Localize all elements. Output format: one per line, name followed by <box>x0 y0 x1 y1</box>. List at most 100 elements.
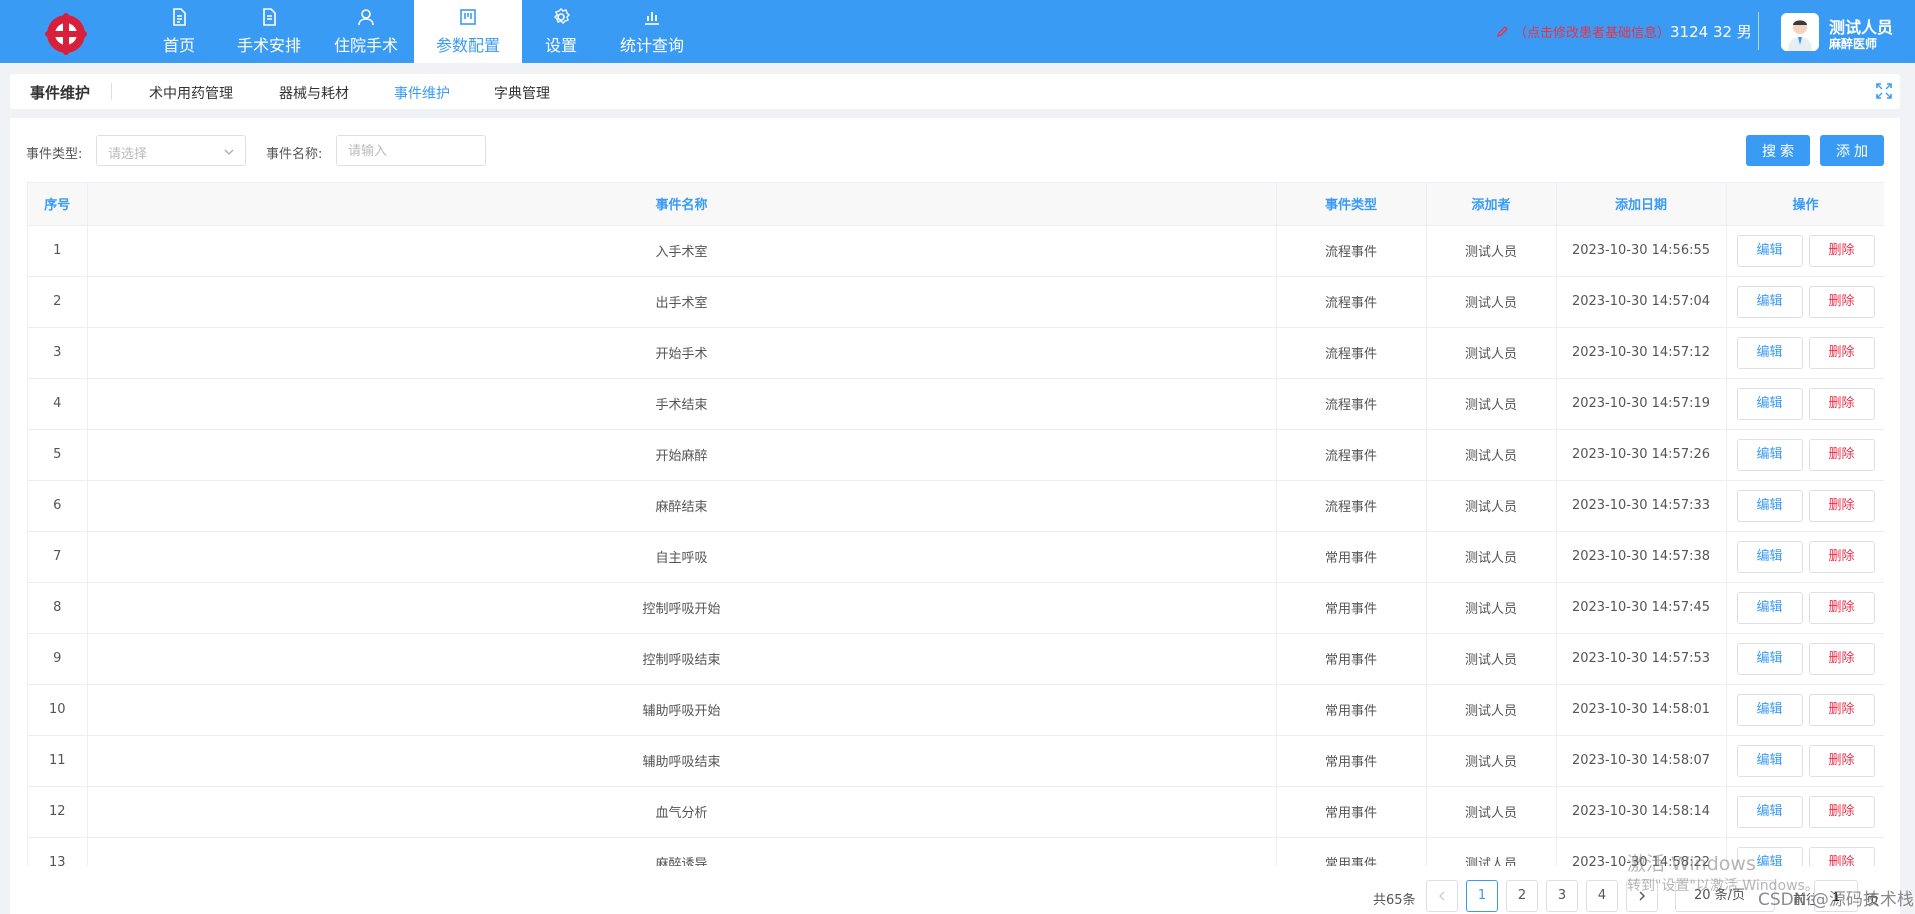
cell-date: 2023-10-30 14:58:14 <box>1556 786 1727 838</box>
column-header-date[interactable]: 添加日期 <box>1556 183 1727 226</box>
page-button-4[interactable]: 4 <box>1586 880 1618 912</box>
jump-suffix: 页 <box>1866 893 1880 908</box>
search-button[interactable]: 搜索 <box>1746 135 1810 166</box>
nav-label: 手术安排 <box>236 36 301 55</box>
cell-event-name: 辅助呼吸结束 <box>87 735 1277 787</box>
jump-page-input[interactable] <box>1814 880 1858 912</box>
table-row: 7 自主呼吸 常用事件 测试人员 2023-10-30 14:57:38 编辑 删除 <box>28 531 1884 583</box>
cell-date: 2023-10-30 14:58:22 <box>1556 837 1727 866</box>
tab-intraop-medication[interactable]: 术中用药管理 <box>149 83 233 103</box>
table-row: 5 开始麻醉 流程事件 测试人员 2023-10-30 14:57:26 编辑 删除 <box>28 429 1884 481</box>
column-header-event-name[interactable]: 事件名称 <box>87 183 1277 226</box>
edit-button[interactable]: 编辑 <box>1736 489 1803 522</box>
header-divider <box>1758 12 1759 50</box>
edit-button[interactable]: 编辑 <box>1736 642 1803 675</box>
sub-tab-strip: 事件维护 术中用药管理 器械与耗材 事件维护 字典管理 <box>10 74 1900 109</box>
cell-creator: 测试人员 <box>1426 378 1557 430</box>
delete-button[interactable]: 删除 <box>1808 744 1875 777</box>
cell-event-name: 控制呼吸开始 <box>87 582 1277 634</box>
event-table-wrapper: 序号 事件名称 事件类型 添加者 添加日期 操作 1 入手术室 流程事件 测试人员 20… <box>27 182 1884 866</box>
edit-button[interactable]: 编辑 <box>1736 387 1803 420</box>
page-button-1[interactable]: 1 <box>1466 880 1498 912</box>
column-header-creator[interactable]: 添加者 <box>1426 183 1557 226</box>
edit-button[interactable]: 编辑 <box>1736 591 1803 624</box>
nav-item-surgery-schedule[interactable]: 手术安排 <box>220 0 318 63</box>
delete-button[interactable]: 删除 <box>1808 234 1875 267</box>
edit-button[interactable]: 编辑 <box>1736 234 1803 267</box>
page-button-3[interactable]: 3 <box>1546 880 1578 912</box>
tab-dictionary-management[interactable]: 字典管理 <box>494 83 550 103</box>
nav-label: 参数配置 <box>435 36 500 55</box>
edit-button[interactable]: 编辑 <box>1736 795 1803 828</box>
tab-event-maintenance[interactable]: 事件维护 <box>394 83 450 103</box>
cell-creator: 测试人员 <box>1426 837 1557 866</box>
table-row: 4 手术结束 流程事件 测试人员 2023-10-30 14:57:19 编辑 删除 <box>28 378 1884 430</box>
patient-info: 3124 32 男 <box>1670 23 1752 41</box>
cell-creator: 测试人员 <box>1426 582 1557 634</box>
cell-actions: 编辑 删除 <box>1726 633 1884 685</box>
column-header-no[interactable]: 序号 <box>28 183 88 226</box>
nav-item-inpatient-surgery[interactable]: 住院手术 <box>318 0 414 63</box>
add-button[interactable]: 添加 <box>1820 135 1884 166</box>
column-header-event-type[interactable]: 事件类型 <box>1276 183 1427 226</box>
event-type-select[interactable]: 请选择 <box>96 135 246 166</box>
edit-button[interactable]: 编辑 <box>1736 438 1803 471</box>
cell-event-type: 流程事件 <box>1276 480 1427 532</box>
cell-event-type: 常用事件 <box>1276 633 1427 685</box>
delete-button[interactable]: 删除 <box>1808 438 1875 471</box>
nav-item-settings[interactable]: 设置 <box>522 0 600 63</box>
prev-page-button[interactable] <box>1426 880 1458 912</box>
page-button-2[interactable]: 2 <box>1506 880 1538 912</box>
main-panel: 事件类型: 请选择 事件名称: 搜索 添加 序号 事件名称 事件类型 添加者 添… <box>10 118 1900 914</box>
table-row: 1 入手术室 流程事件 测试人员 2023-10-30 14:56:55 编辑 删除 <box>28 225 1884 277</box>
edit-patient-info-link[interactable]: （点击修改患者基础信息） <box>1496 22 1670 41</box>
next-page-button[interactable] <box>1626 880 1658 912</box>
page-size-select[interactable]: 20 条/页 <box>1675 880 1775 912</box>
cell-date: 2023-10-30 14:57:26 <box>1556 429 1727 481</box>
delete-button[interactable]: 删除 <box>1808 693 1875 726</box>
pagination: 共65条 1 2 3 4 20 条/页 前往 页 <box>10 880 1900 914</box>
delete-button[interactable]: 删除 <box>1808 846 1875 866</box>
total-count: 共65条 <box>1373 893 1416 908</box>
current-section-title: 事件维护 <box>30 84 91 102</box>
cell-actions: 编辑 删除 <box>1726 480 1884 532</box>
delete-button[interactable]: 删除 <box>1808 540 1875 573</box>
table-row: 3 开始手术 流程事件 测试人员 2023-10-30 14:57:12 编辑 删除 <box>28 327 1884 379</box>
edit-button[interactable]: 编辑 <box>1736 540 1803 573</box>
cell-event-type: 常用事件 <box>1276 735 1427 787</box>
table-row: 11 辅助呼吸结束 常用事件 测试人员 2023-10-30 14:58:07 编辑 删除 <box>28 735 1884 787</box>
tab-divider <box>111 83 112 100</box>
nav-item-home[interactable]: 首页 <box>138 0 220 63</box>
cell-no: 12 <box>28 786 88 838</box>
fullscreen-icon[interactable] <box>1876 83 1892 99</box>
user-icon <box>356 7 376 27</box>
cell-date: 2023-10-30 14:57:38 <box>1556 531 1727 583</box>
tab-instruments-consumables[interactable]: 器械与耗材 <box>279 83 349 103</box>
event-name-input[interactable] <box>336 135 486 166</box>
cell-event-type: 流程事件 <box>1276 327 1427 379</box>
edit-button[interactable]: 编辑 <box>1736 744 1803 777</box>
nav-item-statistics[interactable]: 统计查询 <box>600 0 704 63</box>
delete-button[interactable]: 删除 <box>1808 642 1875 675</box>
edit-button[interactable]: 编辑 <box>1736 336 1803 369</box>
cell-no: 7 <box>28 531 88 583</box>
cell-actions: 编辑 删除 <box>1726 837 1884 866</box>
cell-actions: 编辑 删除 <box>1726 582 1884 634</box>
delete-button[interactable]: 删除 <box>1808 795 1875 828</box>
user-role: 麻醉医师 <box>1829 37 1878 51</box>
cell-event-type: 常用事件 <box>1276 582 1427 634</box>
user-avatar[interactable] <box>1781 13 1819 51</box>
chevron-down-icon <box>224 149 234 155</box>
delete-button[interactable]: 删除 <box>1808 285 1875 318</box>
delete-button[interactable]: 删除 <box>1808 591 1875 624</box>
chevron-right-icon <box>1639 891 1645 901</box>
cell-creator: 测试人员 <box>1426 633 1557 685</box>
delete-button[interactable]: 删除 <box>1808 336 1875 369</box>
nav-item-parameter-config[interactable]: 参数配置 <box>414 0 522 63</box>
edit-button[interactable]: 编辑 <box>1736 846 1803 866</box>
delete-button[interactable]: 删除 <box>1808 489 1875 522</box>
edit-button[interactable]: 编辑 <box>1736 285 1803 318</box>
bar-chart-icon <box>642 7 662 27</box>
delete-button[interactable]: 删除 <box>1808 387 1875 420</box>
edit-button[interactable]: 编辑 <box>1736 693 1803 726</box>
